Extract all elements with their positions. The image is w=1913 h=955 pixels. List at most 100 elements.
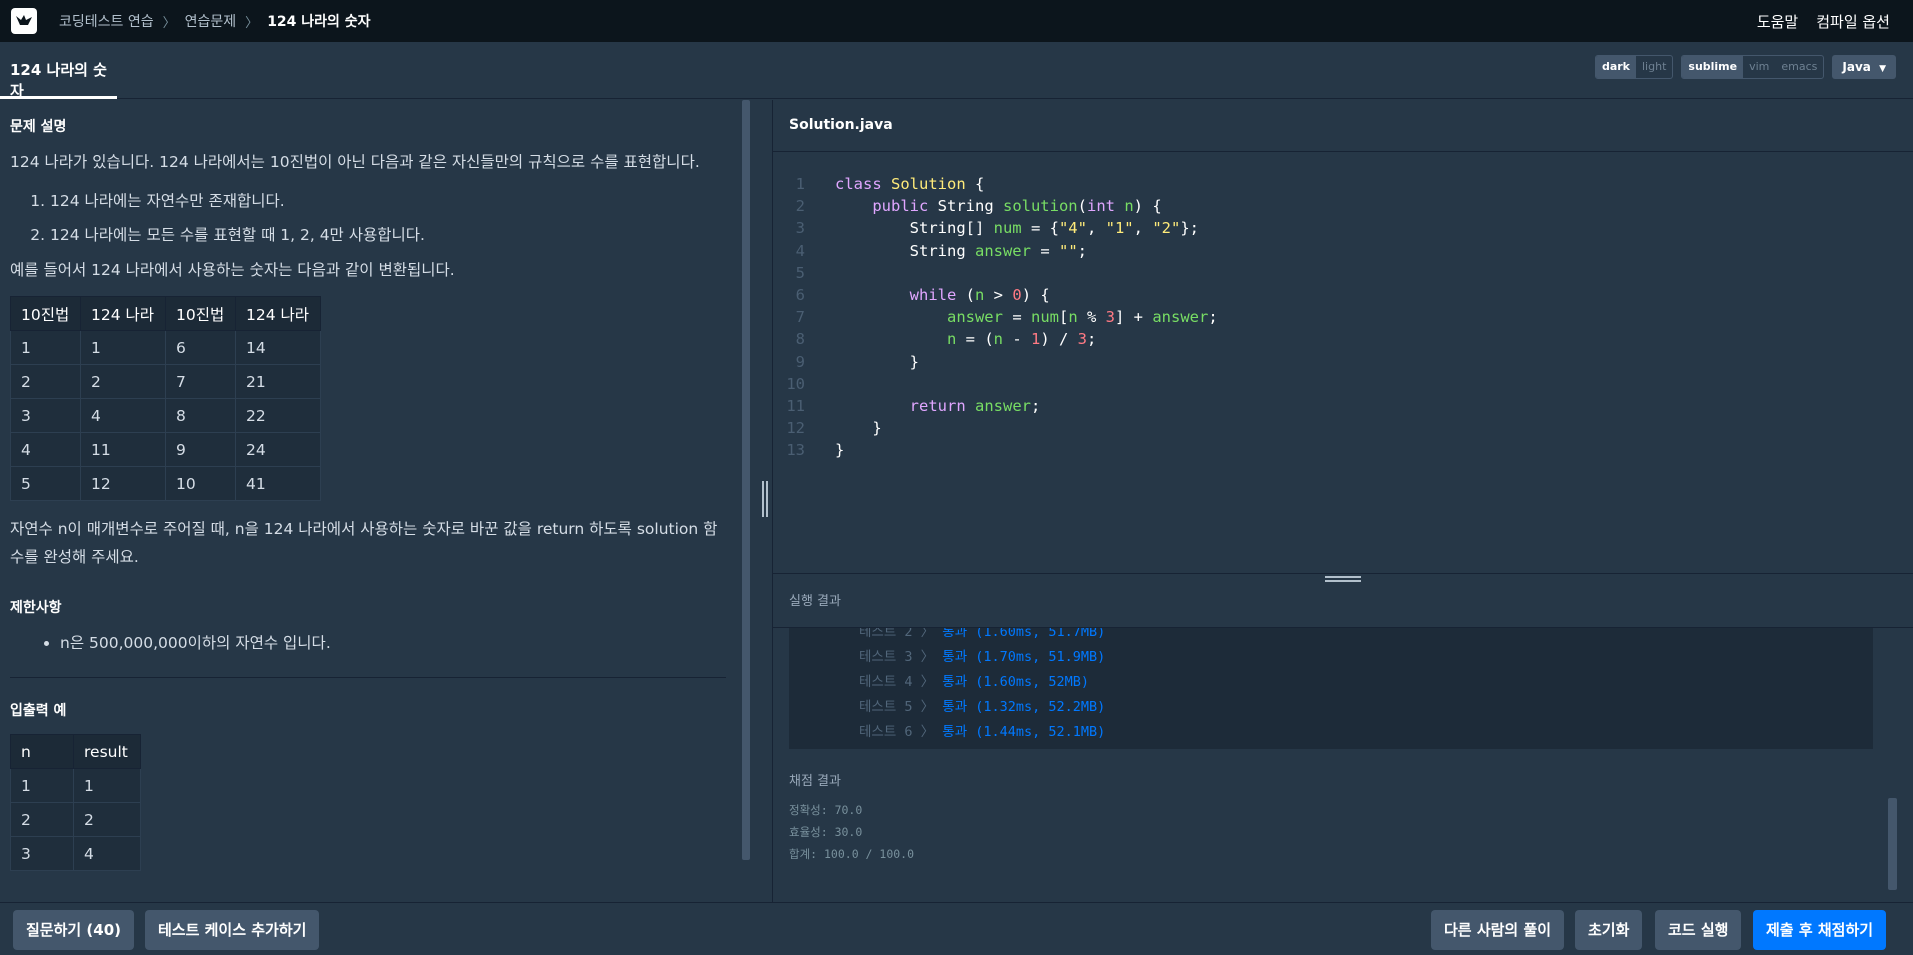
problem-scrollbar[interactable]: [742, 100, 750, 860]
ask-question-button[interactable]: 질문하기 (40): [13, 910, 135, 950]
theme-dark-option[interactable]: dark: [1595, 56, 1636, 78]
grading-title: 채점 결과: [789, 774, 841, 789]
theme-toggle: dark light: [1594, 55, 1674, 79]
io-example-table: n result 11 22 34: [10, 734, 141, 871]
breadcrumb-current: 124 나라의 숫자: [267, 14, 371, 30]
task-description: 자연수 n이 매개변수로 주어질 때, n을 124 나라에서 사용하는 숫자로…: [10, 520, 718, 566]
test-status: 통과 (1.60ms, 52MB): [942, 674, 1090, 690]
keymap-vim-option[interactable]: vim: [1743, 56, 1775, 78]
compile-options-link[interactable]: 컴파일 옵션: [1816, 11, 1890, 32]
table-cell: 6: [165, 330, 236, 365]
table-header: result: [73, 734, 141, 769]
table-header: 124 나라: [235, 296, 321, 331]
line-number: 1: [795, 175, 805, 193]
table-cell: 14: [235, 330, 321, 365]
table-cell: 22: [235, 398, 321, 433]
table-row: 22: [10, 802, 141, 837]
line-number: 3: [795, 219, 805, 238]
test-status: 통과 (1.32ms, 52.2MB): [942, 699, 1106, 715]
accuracy-score: 정확성: 70.0: [789, 803, 863, 817]
line-number: 5: [795, 263, 805, 282]
bottom-bar: 질문하기 (40) 테스트 케이스 추가하기 다른 사람의 풀이 초기화 코드 …: [0, 902, 1913, 955]
rule-item: 124 나라에는 모든 수를 표현할 때 1, 2, 4만 사용합니다.: [50, 218, 732, 252]
run-code-button[interactable]: 코드 실행: [1655, 910, 1742, 950]
code-line: public String solution(int n) {: [872, 197, 1162, 216]
table-cell: 2: [10, 364, 81, 399]
example-intro: 예를 들어서 124 나라에서 사용하는 숫자는 다음과 같이 변환됩니다.: [10, 261, 455, 279]
add-testcase-button[interactable]: 테스트 케이스 추가하기: [145, 910, 320, 950]
code-line: return answer;: [909, 396, 1041, 415]
test-label: 테스트 5 〉: [859, 699, 935, 715]
problem-description-heading: 문제 설명: [10, 119, 67, 135]
breadcrumb-practice[interactable]: 연습문제: [185, 11, 237, 31]
language-select[interactable]: Java ▼: [1832, 55, 1896, 79]
others-solutions-button[interactable]: 다른 사람의 풀이: [1431, 910, 1565, 950]
efficiency-score: 효율성: 30.0: [789, 825, 863, 839]
code-line: answer = num[n % 3] + answer;: [946, 308, 1218, 327]
keymap-emacs-option[interactable]: emacs: [1775, 56, 1823, 78]
line-number: 11: [786, 396, 805, 415]
line-number: 2: [795, 197, 805, 216]
table-row: 34: [10, 836, 141, 871]
help-link[interactable]: 도움말: [1757, 11, 1798, 32]
table-row: 11: [10, 768, 141, 803]
table-row: 4 11 9 24: [10, 432, 321, 467]
table-cell: 10: [165, 466, 236, 501]
test-label: 테스트 2 〉: [859, 628, 935, 640]
logo-icon[interactable]: [11, 8, 37, 34]
table-row: 2 2 7 21: [10, 364, 321, 399]
table-cell: 1: [10, 768, 74, 803]
result-scrollbar[interactable]: [1888, 798, 1897, 890]
line-number: 13: [786, 441, 805, 460]
line-number: 10: [786, 374, 805, 393]
breadcrumb-coding-test[interactable]: 코딩테스트 연습: [59, 11, 154, 31]
chevron-right-icon: 〉: [245, 15, 259, 31]
table-header-row: 10진법 124 나라 10진법 124 나라: [10, 296, 321, 331]
code-line: while (n > 0) {: [909, 285, 1050, 304]
keymap-sublime-option[interactable]: sublime: [1682, 56, 1744, 78]
table-cell: 24: [235, 432, 321, 467]
tab-problem[interactable]: 124 나라의 숫자: [0, 42, 117, 100]
code-editor[interactable]: 1 class Solution { 2 public String soluti…: [773, 153, 1913, 573]
table-cell: 41: [235, 466, 321, 501]
test-results-box: 테스트 2 〉 통과 (1.60ms, 51.7MB) 테스트 3 〉 통과 (…: [789, 628, 1873, 749]
chevron-right-icon: 〉: [162, 15, 176, 31]
section-divider: [10, 677, 726, 678]
test-result-line: 테스트 2 〉 통과 (1.60ms, 51.7MB): [789, 628, 1873, 645]
code-line: String answer = "";: [835, 241, 1087, 260]
table-cell: 7: [165, 364, 236, 399]
table-cell: 4: [80, 398, 166, 433]
test-result-line: 테스트 3 〉 통과 (1.70ms, 51.9MB): [789, 645, 1873, 670]
table-header: n: [10, 734, 74, 769]
rule-item: 124 나라에는 자연수만 존재합니다.: [50, 184, 732, 218]
submit-button[interactable]: 제출 후 채점하기: [1753, 910, 1887, 950]
table-cell: 9: [165, 432, 236, 467]
test-status: 통과 (1.60ms, 51.7MB): [942, 628, 1106, 640]
editor-filename: Solution.java: [789, 117, 893, 133]
theme-light-option[interactable]: light: [1636, 56, 1672, 78]
vertical-resize-handle[interactable]: [760, 481, 770, 517]
constraints-heading: 제한사항: [10, 600, 62, 616]
code-line: n = (n - 1) / 3;: [946, 330, 1097, 349]
table-header: 124 나라: [80, 296, 166, 331]
keymap-toggle: sublime vim emacs: [1681, 55, 1825, 79]
table-cell: 1: [10, 330, 81, 365]
test-status: 통과 (1.44ms, 52.1MB): [942, 724, 1106, 740]
problem-intro: 124 나라가 있습니다. 124 나라에서는 10진법이 아닌 다음과 같은 …: [10, 153, 700, 171]
code-line: }: [835, 419, 882, 438]
conversion-table: 10진법 124 나라 10진법 124 나라 1 1 6 14 2 2 7 21 3482…: [10, 296, 321, 501]
result-header: 실행 결과: [773, 574, 1913, 628]
code-line: }: [835, 441, 845, 460]
problem-panel: 문제 설명 124 나라가 있습니다. 124 나라에서는 10진법이 아닌 다…: [0, 100, 742, 902]
tab-bar: 124 나라의 숫자 dark light sublime vim emacs …: [0, 42, 1913, 100]
reset-button[interactable]: 초기화: [1575, 910, 1643, 950]
table-cell: 8: [165, 398, 236, 433]
line-number: 4: [795, 241, 805, 260]
table-header-row: n result: [10, 734, 141, 769]
breadcrumb: 코딩테스트 연습 〉 연습문제 〉 124 나라의 숫자: [59, 11, 371, 31]
test-result-line: 테스트 6 〉 통과 (1.44ms, 52.1MB): [789, 720, 1873, 745]
table-cell: 21: [235, 364, 321, 399]
table-cell: 1: [80, 330, 166, 365]
